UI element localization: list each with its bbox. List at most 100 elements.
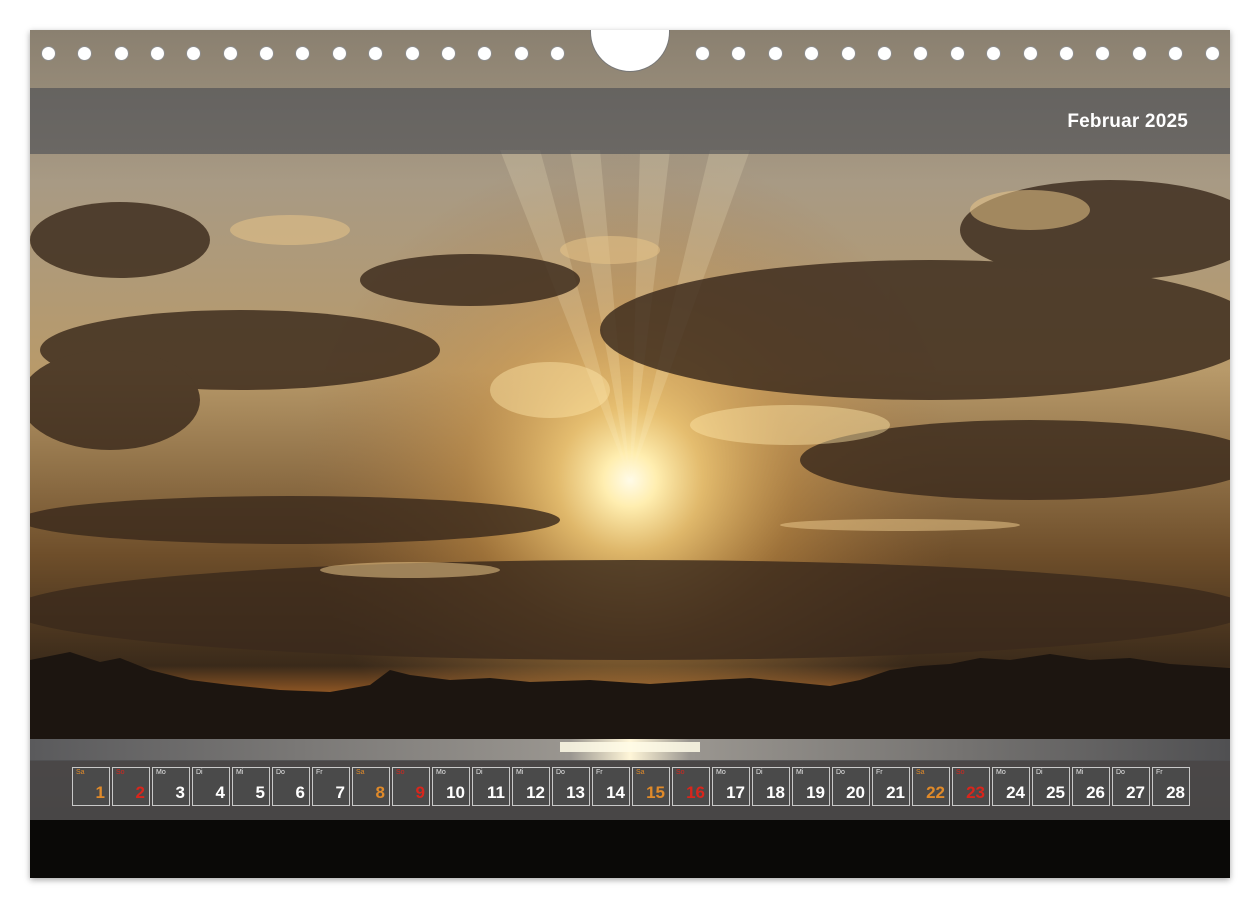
day-cell: Mo17 bbox=[712, 767, 750, 806]
binding-hole bbox=[1059, 46, 1074, 61]
binding-hole bbox=[1168, 46, 1183, 61]
weekday-label: Sa bbox=[636, 769, 645, 776]
weekday-label: Mi bbox=[1076, 769, 1083, 776]
day-number: 20 bbox=[846, 783, 865, 803]
day-cell: Sa 8 bbox=[352, 767, 390, 806]
weekday-label: Sa bbox=[76, 769, 85, 776]
binding-hole bbox=[1023, 46, 1038, 61]
binding-hole bbox=[405, 46, 420, 61]
sunset-photo bbox=[30, 30, 1230, 878]
weekday-label: Do bbox=[276, 769, 285, 776]
day-cell: Fr 7 bbox=[312, 767, 350, 806]
day-number: 19 bbox=[806, 783, 825, 803]
weekday-label: Fr bbox=[596, 769, 603, 776]
binding-hole bbox=[841, 46, 856, 61]
day-number: 25 bbox=[1046, 783, 1065, 803]
weekday-label: Do bbox=[836, 769, 845, 776]
day-number: 27 bbox=[1126, 783, 1145, 803]
binding-hole bbox=[332, 46, 347, 61]
day-number: 7 bbox=[336, 783, 345, 803]
weekday-label: So bbox=[116, 769, 125, 776]
binding-hole bbox=[804, 46, 819, 61]
day-number: 4 bbox=[216, 783, 225, 803]
day-cell: Do 6 bbox=[272, 767, 310, 806]
binding-hole bbox=[41, 46, 56, 61]
day-cell: Di25 bbox=[1032, 767, 1070, 806]
day-cell: So16 bbox=[672, 767, 710, 806]
weekday-label: Di bbox=[1036, 769, 1043, 776]
day-cell: Mo 3 bbox=[152, 767, 190, 806]
binding-hole bbox=[950, 46, 965, 61]
day-number: 14 bbox=[606, 783, 625, 803]
day-cell: Fr14 bbox=[592, 767, 630, 806]
day-number: 21 bbox=[886, 783, 905, 803]
day-number: 17 bbox=[726, 783, 745, 803]
weekday-label: So bbox=[956, 769, 965, 776]
weekday-label: Sa bbox=[916, 769, 925, 776]
month-title: Februar 2025 bbox=[1067, 111, 1188, 133]
weekday-label: Fr bbox=[1156, 769, 1163, 776]
weekday-label: So bbox=[396, 769, 405, 776]
binding-hole bbox=[259, 46, 274, 61]
day-number: 23 bbox=[966, 783, 985, 803]
day-number: 3 bbox=[176, 783, 185, 803]
day-number: 5 bbox=[256, 783, 265, 803]
day-cell: Do13 bbox=[552, 767, 590, 806]
binding-hole bbox=[913, 46, 928, 61]
day-number: 28 bbox=[1166, 783, 1185, 803]
weekday-label: Di bbox=[756, 769, 763, 776]
weekday-label: Mi bbox=[796, 769, 803, 776]
day-number: 10 bbox=[446, 783, 465, 803]
binding-hole bbox=[877, 46, 892, 61]
binding-hole bbox=[1095, 46, 1110, 61]
binding-hole bbox=[223, 46, 238, 61]
day-cell: Do27 bbox=[1112, 767, 1150, 806]
weekday-label: Mo bbox=[716, 769, 726, 776]
weekday-label: Mo bbox=[156, 769, 166, 776]
binding-hole bbox=[368, 46, 383, 61]
binding-hole bbox=[186, 46, 201, 61]
weekday-label: Mo bbox=[436, 769, 446, 776]
day-cell: Mo10 bbox=[432, 767, 470, 806]
day-cell: Mi 5 bbox=[232, 767, 270, 806]
binding-hole bbox=[150, 46, 165, 61]
day-cell: Sa 1 bbox=[72, 767, 110, 806]
binding-hole bbox=[695, 46, 710, 61]
bottom-band bbox=[30, 820, 1230, 878]
day-cell: Di4 bbox=[192, 767, 230, 806]
day-number: 15 bbox=[646, 783, 665, 803]
day-cell: So 2 bbox=[112, 767, 150, 806]
day-number: 6 bbox=[296, 783, 305, 803]
day-cell: Sa15 bbox=[632, 767, 670, 806]
day-number: 1 bbox=[96, 783, 105, 803]
binding-hole bbox=[477, 46, 492, 61]
day-cell: Di11 bbox=[472, 767, 510, 806]
binding-hole bbox=[114, 46, 129, 61]
day-cell: Fr21 bbox=[872, 767, 910, 806]
binding-hole bbox=[77, 46, 92, 61]
title-band bbox=[30, 88, 1230, 154]
weekday-label: Sa bbox=[356, 769, 365, 776]
calendar-page: Februar 2025 Sa1So2Mo3Di4Mi5Do6Fr7Sa8So9… bbox=[30, 30, 1230, 878]
weekday-label: Fr bbox=[316, 769, 323, 776]
weekday-label: Mi bbox=[236, 769, 243, 776]
day-grid: Sa1So2Mo3Di4Mi5Do6Fr7Sa8So9Mo10Di11Mi12D… bbox=[72, 767, 1190, 806]
day-number: 9 bbox=[416, 783, 425, 803]
binding-hole bbox=[1205, 46, 1220, 61]
day-number: 8 bbox=[376, 783, 385, 803]
binding-hole bbox=[550, 46, 565, 61]
day-number: 24 bbox=[1006, 783, 1025, 803]
day-number: 2 bbox=[136, 783, 145, 803]
day-number: 12 bbox=[526, 783, 545, 803]
day-cell: Fr28 bbox=[1152, 767, 1190, 806]
day-cell: So 9 bbox=[392, 767, 430, 806]
day-cell: Mi12 bbox=[512, 767, 550, 806]
day-number: 26 bbox=[1086, 783, 1105, 803]
binding-hole bbox=[441, 46, 456, 61]
day-number: 13 bbox=[566, 783, 585, 803]
day-number: 11 bbox=[487, 783, 505, 803]
binding-hole bbox=[986, 46, 1001, 61]
weekday-label: Mi bbox=[516, 769, 523, 776]
day-number: 16 bbox=[686, 783, 705, 803]
day-cell: So23 bbox=[952, 767, 990, 806]
